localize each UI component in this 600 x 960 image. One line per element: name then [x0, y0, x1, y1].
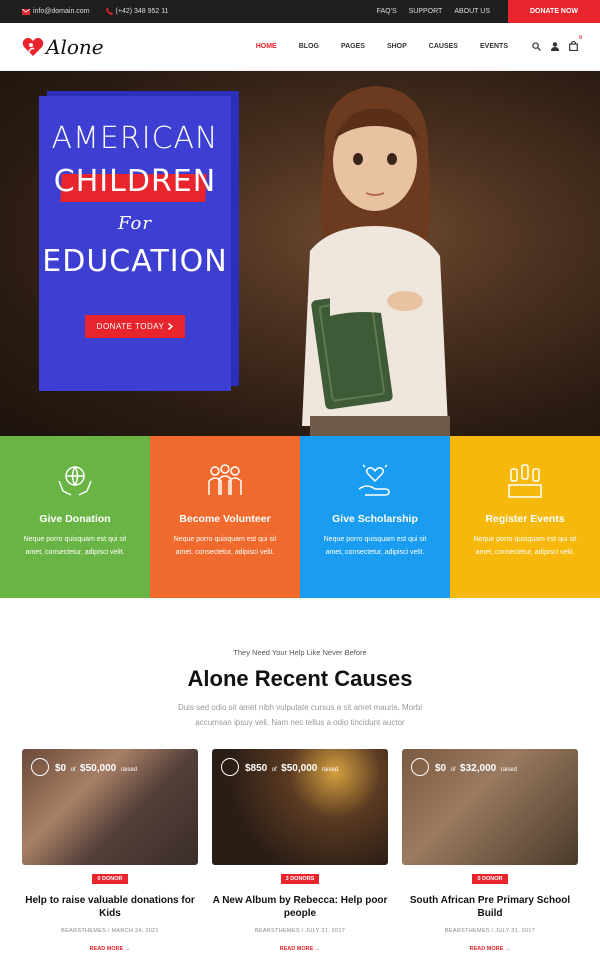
nav-item-shop[interactable]: SHOP [387, 43, 407, 50]
cause-image[interactable]: $850 of $50,000 raised [212, 749, 388, 865]
hero-line-for: For [118, 213, 152, 234]
raised-progress: $0 of $32,000 raised [411, 758, 517, 776]
feature-description: Neque porro quisquam est qui sit amet, c… [473, 536, 577, 556]
feature-title: Give Scholarship [332, 513, 418, 525]
hero-banner: AMERICAN CHILDREN For EDUCATION DONATE T… [0, 71, 600, 436]
cart-button[interactable]: 0 [569, 35, 582, 53]
donor-badge: 0 DONOR [92, 874, 128, 884]
volunteers-icon [205, 461, 245, 501]
topbar-link-about[interactable]: ABOUT US [454, 8, 490, 15]
donor-badge: 3 DONORS [280, 874, 320, 884]
user-icon[interactable] [551, 42, 559, 51]
progress-ring [411, 758, 429, 776]
email-text: info@domain.com [33, 8, 90, 15]
feature-description: Neque porro quisquam est qui sit amet, c… [323, 536, 427, 556]
cause-title[interactable]: Help to raise valuable donations for Kid… [22, 894, 198, 920]
cause-title[interactable]: A New Album by Rebecca: Help poor people [212, 894, 388, 920]
feature-title: Become Volunteer [179, 513, 271, 525]
read-more-link[interactable]: READ MORE → [22, 946, 198, 952]
raised-hands-icon [505, 461, 545, 501]
phone-icon [105, 8, 113, 15]
hero-line-american: AMERICAN [51, 121, 219, 156]
feature-title: Register Events [485, 513, 565, 525]
shopping-bag-icon [569, 40, 578, 51]
donor-badge: 0 DONOR [472, 874, 508, 884]
hero-photo-child [302, 86, 450, 436]
donate-now-button[interactable]: DONATE NOW [508, 0, 600, 23]
section-title: Alone Recent Causes [187, 666, 413, 691]
globe-hands-icon [55, 461, 95, 501]
main-navbar: Alone HOME BLOG PAGES SHOP CAUSES EVENTS… [0, 23, 600, 71]
progress-ring [221, 758, 239, 776]
donate-today-button[interactable]: DONATE TODAY [84, 315, 186, 338]
hero-line-education: EDUCATION [42, 244, 228, 279]
raised-progress: $0 of $50,000 raised [31, 758, 137, 776]
cause-title[interactable]: South African Pre Primary School Build [402, 894, 578, 920]
hero-campaign-card: AMERICAN CHILDREN For EDUCATION DONATE T… [39, 96, 231, 391]
top-bar: info@domain.com (+42) 348 952 11 FAQ'S S… [0, 0, 600, 23]
feature-become-volunteer[interactable]: Become Volunteer Neque porro quisquam es… [150, 436, 300, 598]
feature-title: Give Donation [39, 513, 111, 525]
primary-nav: HOME BLOG PAGES SHOP CAUSES EVENTS 0 [256, 35, 582, 53]
hero-line-children: CHILDREN [46, 162, 224, 202]
phone-text: (+42) 348 952 11 [115, 8, 169, 15]
nav-item-causes[interactable]: CAUSES [429, 43, 458, 50]
search-icon[interactable] [532, 42, 541, 51]
nav-item-pages[interactable]: PAGES [341, 43, 365, 50]
cause-meta: BEARSTHEMES / JULY 31, 2017 [254, 928, 346, 934]
topbar-link-faqs[interactable]: FAQ'S [377, 8, 397, 15]
read-more-link[interactable]: READ MORE → [402, 946, 578, 952]
section-subtitle: Duis sed odio sit amet nibh vulputate cu… [177, 703, 423, 727]
feature-description: Neque porro quisquam est qui sit amet, c… [23, 536, 127, 556]
cart-count-badge: 0 [579, 34, 582, 41]
nav-item-home[interactable]: HOME [256, 43, 277, 50]
features-row: Give Donation Neque porro quisquam est q… [0, 436, 600, 598]
email-contact[interactable]: info@domain.com [22, 8, 90, 15]
cause-meta: BEARSTHEMES / JULY 31, 2017 [444, 928, 536, 934]
cause-card[interactable]: $0 of $50,000 raised 0 DONOR Help to rai… [22, 749, 198, 952]
phone-contact[interactable]: (+42) 348 952 11 [105, 8, 169, 15]
chevron-right-icon [168, 323, 174, 330]
cause-cards: $0 of $50,000 raised 0 DONOR Help to rai… [0, 749, 600, 952]
recent-causes-section: They Need Your Help Like Never Before Al… [0, 598, 600, 952]
mail-icon [22, 8, 30, 15]
raised-progress: $850 of $50,000 raised [221, 758, 338, 776]
read-more-link[interactable]: READ MORE → [212, 946, 388, 952]
progress-ring [31, 758, 49, 776]
section-eyebrow: They Need Your Help Like Never Before [233, 648, 367, 657]
cause-card[interactable]: $0 of $32,000 raised 0 DONOR South Afric… [402, 749, 578, 952]
feature-register-events[interactable]: Register Events Neque porro quisquam est… [450, 436, 600, 598]
feature-description: Neque porro quisquam est qui sit amet, c… [173, 536, 277, 556]
nav-item-blog[interactable]: BLOG [299, 43, 319, 50]
cause-meta: BEARSTHEMES / MARCH 24, 2021 [61, 928, 159, 934]
nav-item-events[interactable]: EVENTS [480, 43, 508, 50]
cause-image[interactable]: $0 of $32,000 raised [402, 749, 578, 865]
feature-give-donation[interactable]: Give Donation Neque porro quisquam est q… [0, 436, 150, 598]
site-logo[interactable]: Alone [22, 35, 104, 59]
logo-text: Alone [46, 34, 104, 59]
topbar-link-support[interactable]: SUPPORT [409, 8, 443, 15]
heart-hand-icon [355, 461, 395, 501]
cause-card[interactable]: $850 of $50,000 raised 3 DONORS A New Al… [212, 749, 388, 952]
cause-image[interactable]: $0 of $50,000 raised [22, 749, 198, 865]
feature-give-scholarship[interactable]: Give Scholarship Neque porro quisquam es… [300, 436, 450, 598]
heart-logo-icon [22, 37, 44, 56]
